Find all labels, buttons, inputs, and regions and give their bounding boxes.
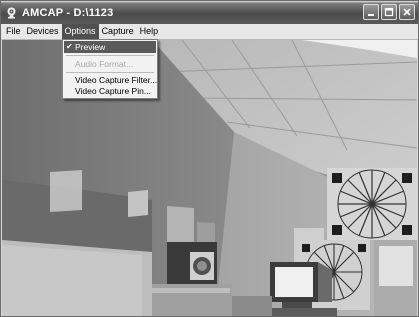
menu-capture[interactable]: Capture	[99, 24, 137, 39]
menu-item-video-capture-filter-label: Video Capture Filter...	[75, 75, 158, 85]
title-bar[interactable]: AMCAP - D:\1123	[1, 1, 418, 24]
menu-help[interactable]: Help	[137, 24, 162, 39]
menu-item-audio-format-label: Audio Format...	[75, 59, 134, 69]
amcap-window: AMCAP - D:\1123 File Devices Options Cap…	[0, 0, 419, 317]
close-button[interactable]	[399, 4, 415, 20]
maximize-button[interactable]	[381, 4, 397, 20]
menu-item-preview-label: Preview	[75, 42, 106, 52]
menu-file[interactable]: File	[3, 24, 24, 39]
menu-separator	[66, 55, 154, 56]
options-menu: ✔ Preview Audio Format... Video Capture …	[62, 39, 158, 99]
menu-item-preview[interactable]: ✔ Preview	[64, 41, 156, 53]
maximize-icon	[384, 7, 394, 17]
menu-devices[interactable]: Devices	[24, 24, 62, 39]
menu-item-audio-format: Audio Format...	[64, 58, 156, 70]
minimize-button[interactable]	[363, 4, 379, 20]
window-controls	[363, 4, 415, 20]
checkmark-icon: ✔	[66, 42, 73, 51]
window-title: AMCAP - D:\1123	[22, 6, 114, 19]
menu-bar: File Devices Options Capture Help	[1, 24, 418, 40]
menu-item-video-capture-pin-label: Video Capture Pin...	[75, 86, 151, 96]
close-icon	[403, 8, 411, 16]
webcam-icon	[5, 6, 18, 19]
menu-separator	[66, 72, 154, 73]
menu-options[interactable]: Options	[61, 24, 99, 39]
minimize-icon	[368, 14, 374, 16]
menu-item-video-capture-pin[interactable]: Video Capture Pin...	[64, 85, 156, 97]
